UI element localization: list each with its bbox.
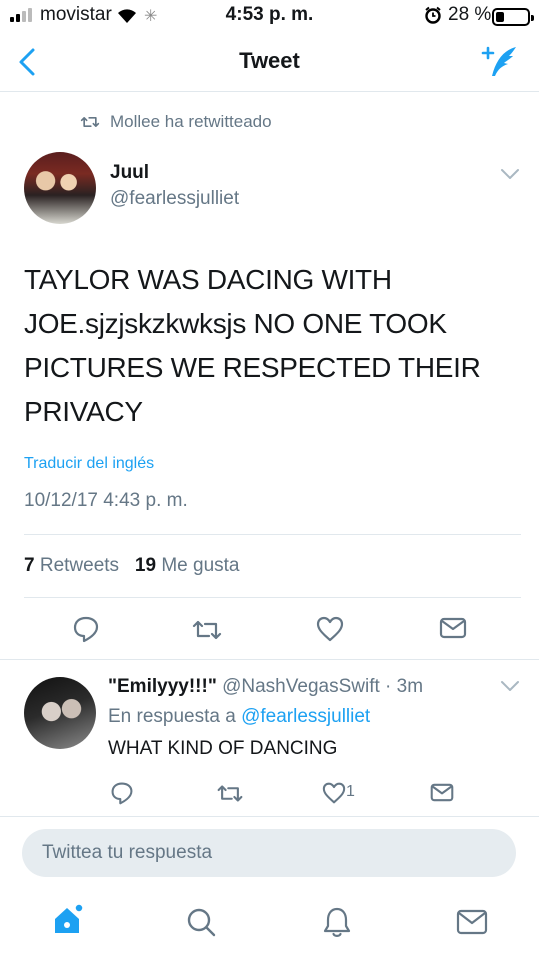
- reply-author-name[interactable]: "Emilyyy!!!": [108, 676, 217, 697]
- tab-messages[interactable]: [456, 909, 488, 935]
- section-separator: [0, 816, 539, 817]
- like-count: 19: [134, 555, 157, 576]
- tweet-text: TAYLOR WAS DACING WITH JOE.sjzjskzkwksjs…: [24, 258, 524, 434]
- heart-icon: [316, 616, 344, 642]
- reply-options-button[interactable]: [500, 680, 520, 692]
- reply-text: WHAT KIND OF DANCING: [108, 738, 338, 759]
- bell-icon: [323, 907, 351, 937]
- reply-prefix: En respuesta a: [108, 706, 236, 727]
- divider: [24, 534, 521, 535]
- tweet-stats: 7 Retweets 19 Me gusta: [24, 555, 239, 577]
- section-separator: [0, 659, 539, 660]
- retweeted-by-label: Mollee ha retwitteado: [110, 112, 272, 131]
- battery-icon: [492, 8, 534, 26]
- tweet-options-button[interactable]: [500, 168, 520, 180]
- retweet-icon: [192, 620, 222, 640]
- envelope-icon: [430, 783, 454, 802]
- tab-notifications[interactable]: [322, 906, 352, 938]
- tweet-text-line: PICTURES WE RESPECTED THEIR: [24, 352, 481, 383]
- retweets-stat[interactable]: 7 Retweets: [24, 555, 119, 576]
- tab-search[interactable]: [186, 907, 216, 937]
- home-icon: [55, 903, 84, 933]
- compose-tweet-button[interactable]: [480, 44, 520, 80]
- retweet-count: 7: [24, 555, 35, 576]
- reply-author-handle[interactable]: @NashVegasSwift: [222, 676, 380, 697]
- retweet-icon: [217, 785, 243, 802]
- reply-retweet-button[interactable]: [216, 783, 244, 804]
- reply-like-count: 1: [346, 783, 355, 800]
- heart-icon: [322, 782, 346, 804]
- retweet-icon: [80, 117, 100, 127]
- tweet-text-line: JOE.sjzjskzkwksjs NO ONE TOOK: [24, 308, 447, 339]
- direct-message-button[interactable]: [439, 617, 467, 639]
- reply-author-avatar[interactable]: [24, 677, 96, 749]
- author-name[interactable]: Juul: [110, 162, 149, 184]
- tweet-timestamp: 10/12/17 4:43 p. m.: [24, 490, 188, 511]
- page-title: Tweet: [239, 48, 300, 73]
- compose-tweet-icon: [481, 46, 516, 76]
- reply-message-button[interactable]: [430, 783, 454, 802]
- envelope-icon: [456, 909, 488, 935]
- navigation-bar: Tweet: [0, 34, 539, 92]
- reply-reply-button[interactable]: [110, 781, 134, 805]
- divider: [24, 597, 521, 598]
- reply-button[interactable]: [72, 615, 100, 643]
- search-icon: [187, 908, 216, 937]
- alarm-icon: [424, 6, 442, 24]
- reply-action-bar: [0, 780, 539, 806]
- reply-header: "Emilyyy!!!" @NashVegasSwift · 3m: [108, 676, 423, 698]
- tweet-text-line: TAYLOR WAS DACING WITH: [24, 264, 392, 295]
- reply-like-button[interactable]: [322, 782, 346, 804]
- like-label: Me gusta: [161, 555, 240, 576]
- author-handle[interactable]: @fearlessjulliet: [110, 188, 239, 210]
- tab-bar: [0, 895, 539, 960]
- chevron-down-icon: [501, 169, 519, 179]
- status-bar: movistar ✳ 4:53 p. m. 28 %: [0, 0, 539, 34]
- retweet-button[interactable]: [191, 618, 223, 642]
- reply-context: En respuesta a @fearlessjulliet: [108, 706, 370, 728]
- like-button[interactable]: [316, 616, 344, 642]
- reply-icon: [73, 616, 99, 643]
- envelope-icon: [439, 617, 467, 639]
- reply-compose-placeholder[interactable]: Twittea tu respuesta: [42, 842, 212, 864]
- translate-link[interactable]: Traducir del inglés: [24, 455, 154, 473]
- reply-icon: [111, 782, 133, 805]
- retweet-attribution[interactable]: Mollee ha retwitteado: [80, 112, 272, 132]
- tweet-action-bar: [0, 613, 539, 643]
- battery-percent: 28 %: [448, 4, 492, 25]
- tab-home[interactable]: [52, 903, 86, 937]
- reply-time: · 3m: [385, 676, 424, 697]
- chevron-down-icon: [501, 681, 519, 691]
- tweet-text-line: PRIVACY: [24, 396, 143, 427]
- retweet-label: Retweets: [39, 555, 120, 576]
- reply-to-link[interactable]: @fearlessjulliet: [241, 706, 370, 727]
- author-avatar[interactable]: [24, 152, 96, 224]
- likes-stat[interactable]: 19 Me gusta: [135, 555, 240, 576]
